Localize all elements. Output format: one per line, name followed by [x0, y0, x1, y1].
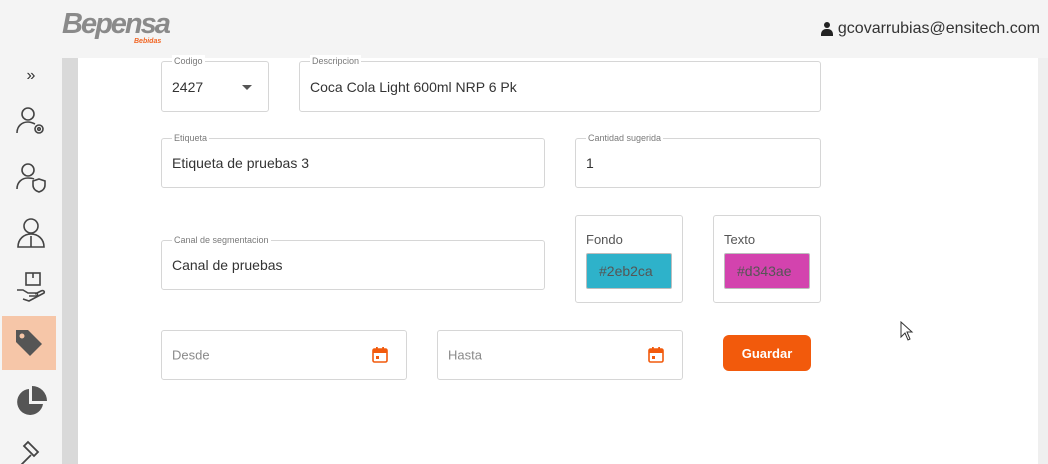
- codigo-label: Codigo: [172, 55, 205, 67]
- users-icon: [17, 218, 45, 248]
- canal-label: Canal de segmentacion: [172, 234, 271, 246]
- sidebar-item-auctions[interactable]: [0, 428, 62, 464]
- calendar-icon[interactable]: [648, 347, 664, 363]
- hasta-date-field[interactable]: Hasta: [437, 330, 683, 380]
- user-email: gcovarrubias@ensitech.com: [837, 20, 1040, 37]
- cantidad-label: Cantidad sugerida: [586, 132, 664, 144]
- hasta-placeholder: Hasta: [448, 347, 482, 363]
- calendar-icon[interactable]: [372, 347, 388, 363]
- bepensa-logo[interactable]: Bepensa Bebidas: [62, 8, 182, 48]
- cantidad-field[interactable]: Cantidad sugerida 1: [575, 132, 821, 188]
- etiqueta-value: Etiqueta de pruebas 3: [172, 155, 309, 171]
- pie-chart-icon: [17, 386, 47, 415]
- sidebar: »: [0, 58, 62, 464]
- texto-label: Texto: [724, 232, 756, 247]
- logo-text: Bepensa: [62, 8, 171, 40]
- sidebar-item-user-settings[interactable]: [0, 94, 62, 148]
- save-button[interactable]: Guardar: [723, 335, 811, 371]
- canal-value: Canal de pruebas: [172, 257, 283, 273]
- cantidad-value: 1: [586, 155, 594, 171]
- canal-field[interactable]: Canal de segmentacion Canal de pruebas: [161, 234, 545, 290]
- texto-color-input[interactable]: #d343ae: [724, 253, 810, 289]
- sidebar-divider: [62, 58, 78, 464]
- sidebar-item-delivery[interactable]: [0, 260, 62, 314]
- user-settings-icon: [16, 107, 44, 134]
- user-menu[interactable]: gcovarrubias@ensitech.com: [820, 18, 1040, 40]
- top-bar: Bepensa Bebidas gcovarrubias@ensitech.co…: [0, 0, 1048, 58]
- sidebar-item-users[interactable]: [0, 206, 62, 260]
- descripcion-field[interactable]: Descripcion Coca Cola Light 600ml NRP 6 …: [299, 55, 821, 112]
- etiqueta-label: Etiqueta: [172, 132, 210, 144]
- codigo-select[interactable]: Codigo 2427: [161, 55, 269, 112]
- sidebar-item-reports[interactable]: [0, 374, 62, 428]
- expand-sidebar-button[interactable]: »: [0, 62, 62, 90]
- fondo-color-card: Fondo #2eb2ca: [575, 215, 683, 303]
- descripcion-label: Descripcion: [310, 55, 362, 67]
- fondo-color-input[interactable]: #2eb2ca: [586, 253, 672, 289]
- form-panel: Codigo 2427 Descripcion Coca Cola Light …: [78, 55, 1038, 464]
- sidebar-item-user-security[interactable]: [0, 150, 62, 204]
- descripcion-value: Coca Cola Light 600ml NRP 6 Pk: [310, 78, 517, 95]
- codigo-value: 2427: [172, 78, 204, 95]
- hand-box-icon: [17, 272, 46, 302]
- texto-color-card: Texto #d343ae: [713, 215, 821, 303]
- tag-icon: [16, 330, 42, 356]
- etiqueta-field[interactable]: Etiqueta Etiqueta de pruebas 3: [161, 132, 545, 188]
- logo-subtext: Bebidas: [134, 38, 162, 45]
- mouse-cursor-icon: [900, 321, 914, 341]
- gavel-icon: [20, 440, 40, 464]
- user-icon: [820, 22, 833, 36]
- sidebar-item-labels[interactable]: [2, 316, 56, 370]
- chevron-down-icon[interactable]: [242, 84, 252, 90]
- desde-date-field[interactable]: Desde: [161, 330, 407, 380]
- fondo-label: Fondo: [586, 232, 623, 247]
- user-shield-icon: [16, 163, 46, 193]
- desde-placeholder: Desde: [172, 347, 210, 363]
